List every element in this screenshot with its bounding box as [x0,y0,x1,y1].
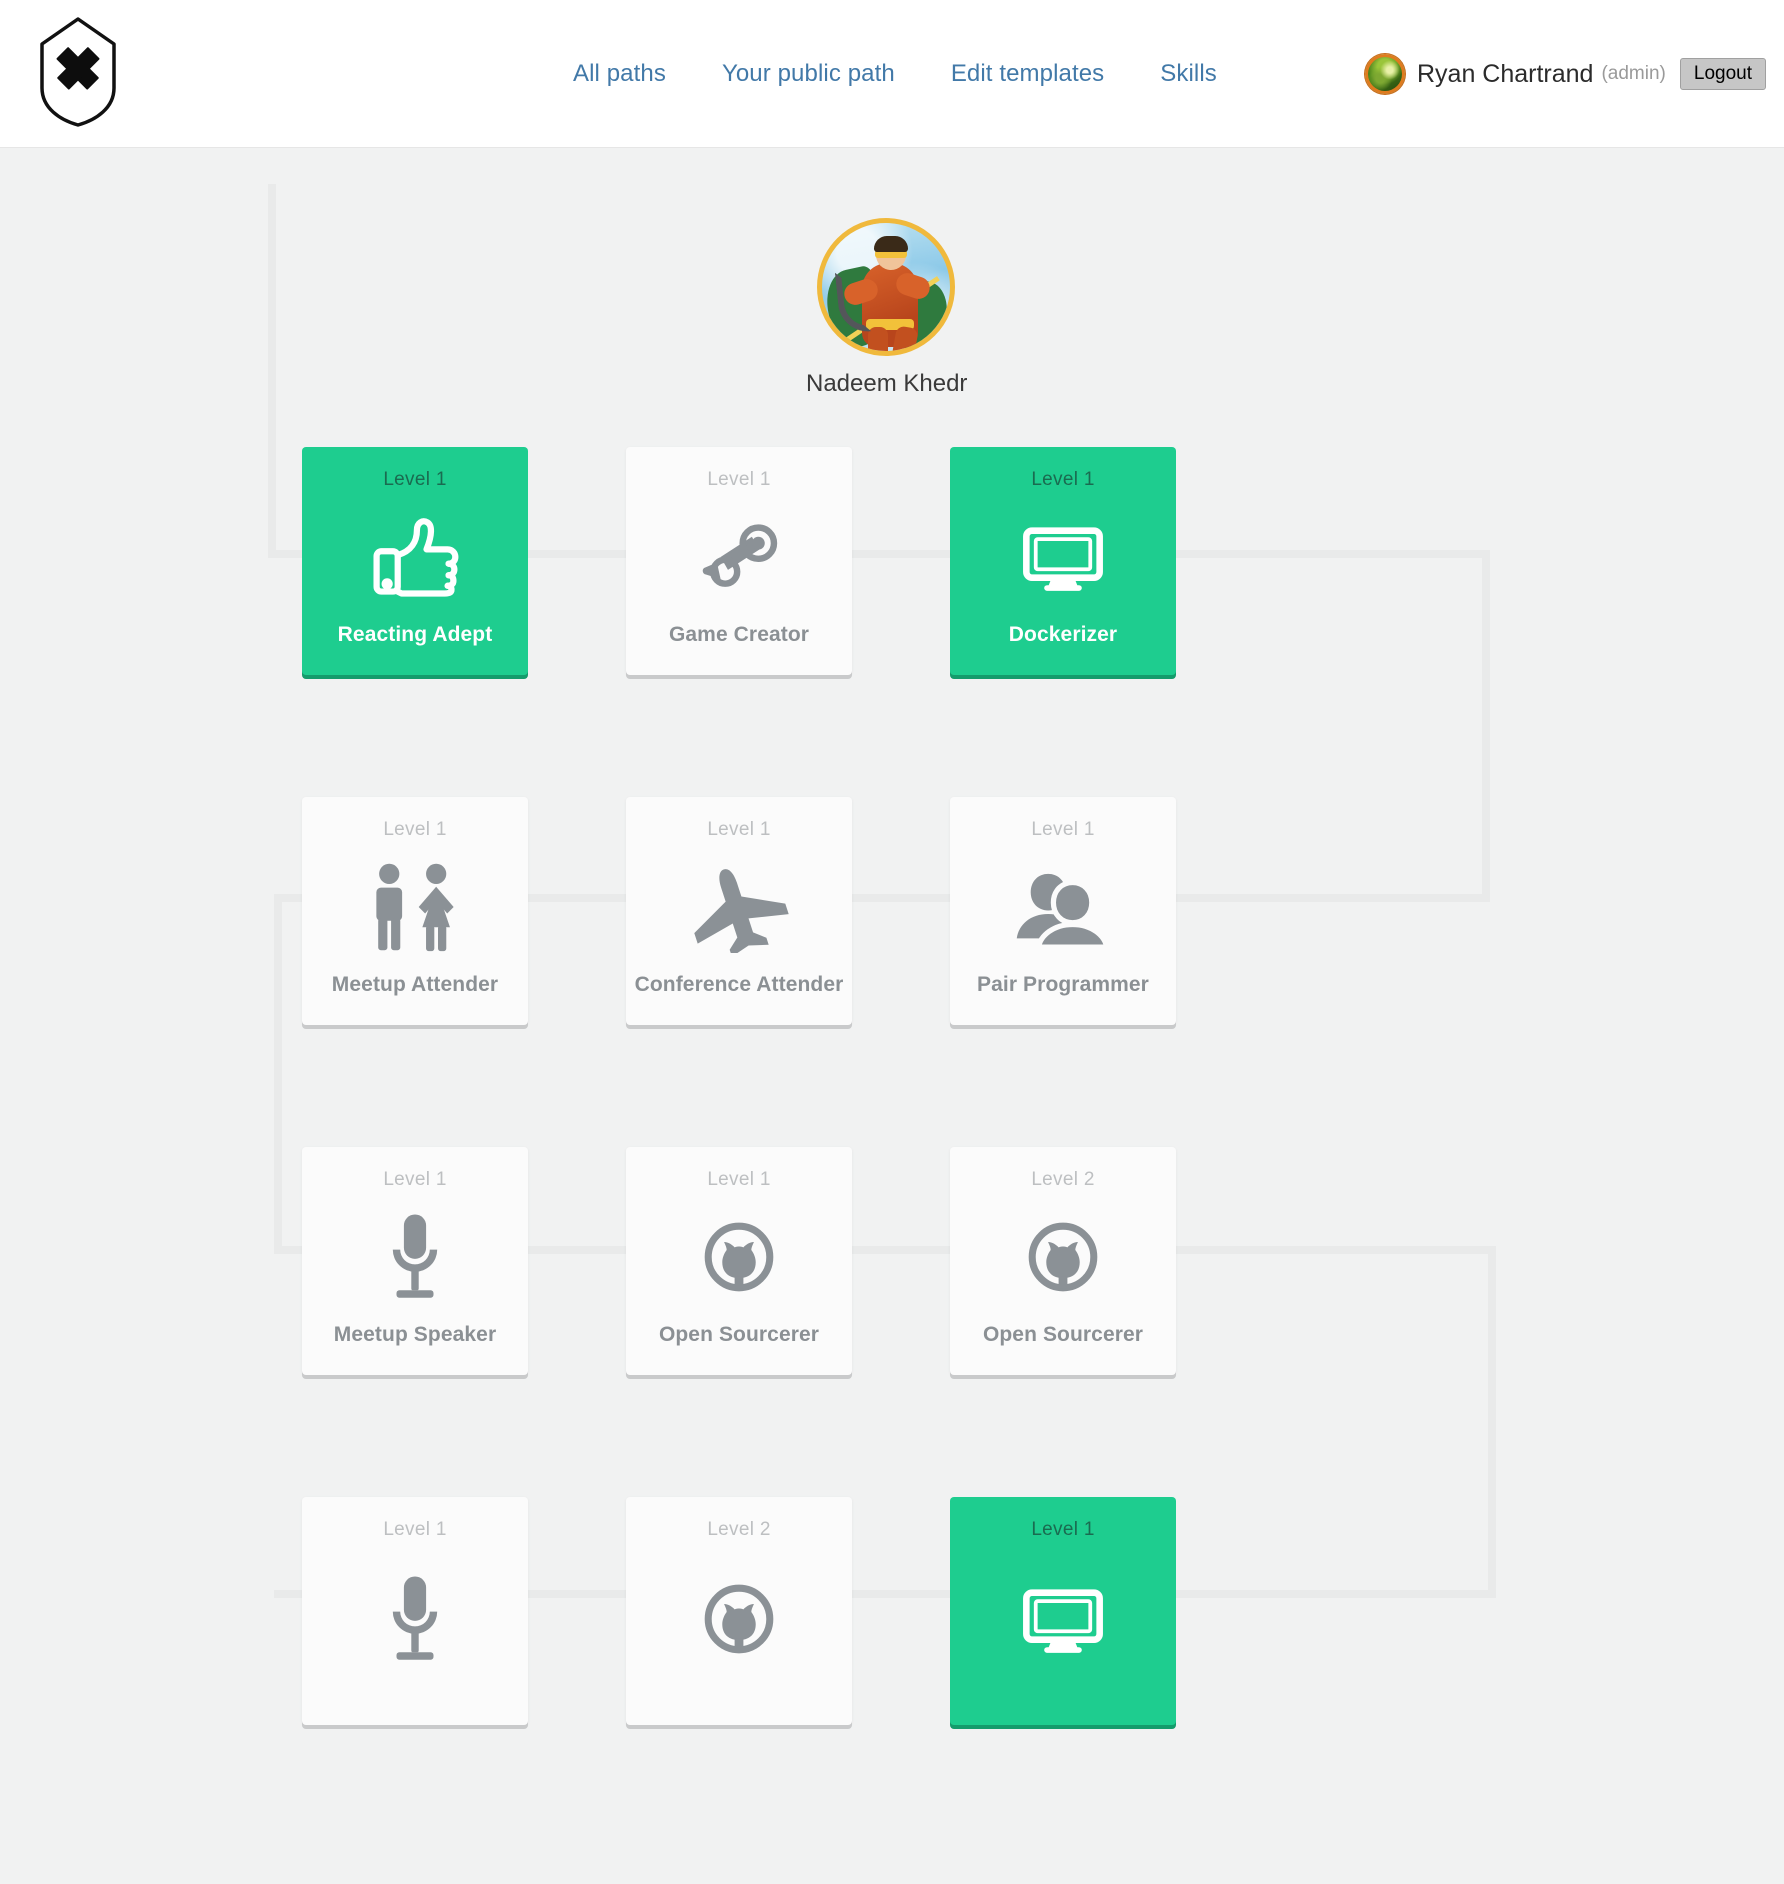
user-area: Ryan Chartrand (admin) Logout [1364,0,1766,148]
skill-card[interactable]: Level 1 Open Sourcerer [626,1147,852,1375]
skill-card[interactable]: Level 1 Dockerizer [950,447,1176,675]
skill-card-level: Level 1 [383,819,447,840]
avatar[interactable] [1364,54,1405,94]
airplane-icon [626,841,852,973]
nav-your-public-path[interactable]: Your public path [694,60,923,88]
github-circle-icon [950,1191,1176,1323]
connector-line [274,894,282,1254]
player-avatar [817,218,955,356]
desktop-monitor-icon [950,491,1176,623]
man-woman-icon [302,841,528,973]
skill-card-level: Level 1 [707,1169,771,1190]
github-circle-icon [626,1541,852,1697]
user-role: (admin) [1601,63,1666,84]
two-users-icon [950,841,1176,973]
shield-x-logo[interactable] [38,16,118,128]
skill-card-level: Level 1 [1031,1519,1095,1540]
microphone-icon [302,1541,528,1697]
root-player-node[interactable]: Nadeem Khedr [806,218,968,398]
nav-all-paths[interactable]: All paths [545,60,694,88]
skill-card-title: Game Creator [668,623,810,646]
skill-card[interactable]: Level 2 [626,1497,852,1725]
skill-card-title: Open Sourcerer [658,1323,820,1346]
nav-edit-templates[interactable]: Edit templates [923,60,1132,88]
thumbs-up-icon [302,491,528,623]
skill-card[interactable]: Level 1 Meetup Attender [302,797,528,1025]
skill-card[interactable]: Level 1 [302,1497,528,1725]
skill-card-title: Pair Programmer [977,973,1149,996]
skill-card-level: Level 1 [707,819,771,840]
skill-card[interactable]: Level 1 Conference Attender [626,797,852,1025]
steam-icon [626,491,852,623]
skill-card-level: Level 1 [383,1169,447,1190]
microphone-icon [302,1191,528,1323]
skill-card-level: Level 1 [383,1519,447,1540]
skill-card[interactable]: Level 1 [950,1497,1176,1725]
skill-card-level: Level 1 [1031,469,1095,490]
skill-card[interactable]: Level 2 Open Sourcerer [950,1147,1176,1375]
main-nav: All paths Your public path Edit template… [545,0,1245,148]
skill-card[interactable]: Level 1 Game Creator [626,447,852,675]
skill-card-level: Level 1 [383,469,447,490]
skill-card-title: Open Sourcerer [982,1323,1144,1346]
skill-card-title: Reacting Adept [337,623,493,646]
skill-card-level: Level 1 [1031,819,1095,840]
connector-line [1482,550,1490,902]
skill-card-title: Dockerizer [1008,623,1118,646]
player-name: Nadeem Khedr [806,370,968,397]
github-circle-icon [626,1191,852,1323]
skill-card-level: Level 1 [707,469,771,490]
skill-card-title: Meetup Speaker [333,1323,497,1346]
desktop-monitor-icon [950,1541,1176,1697]
app-header: All paths Your public path Edit template… [0,0,1784,148]
skill-card[interactable]: Level 1 Reacting Adept [302,447,528,675]
skill-card[interactable]: Level 1 Meetup Speaker [302,1147,528,1375]
connector-line [268,184,276,556]
skill-card-level: Level 2 [1031,1169,1095,1190]
skill-card-title: Meetup Attender [331,973,499,996]
skill-card-title: Conference Attender [634,973,844,996]
skill-tree-stage: Nadeem Khedr Level 1 Reacting Adept Level… [0,148,1784,1884]
nav-skills[interactable]: Skills [1132,60,1245,88]
logout-button[interactable]: Logout [1679,58,1766,90]
skill-card[interactable]: Level 1 Pair Programmer [950,797,1176,1025]
connector-line [1488,1246,1496,1598]
skill-card-level: Level 2 [707,1519,771,1540]
user-name: Ryan Chartrand [1416,59,1594,88]
